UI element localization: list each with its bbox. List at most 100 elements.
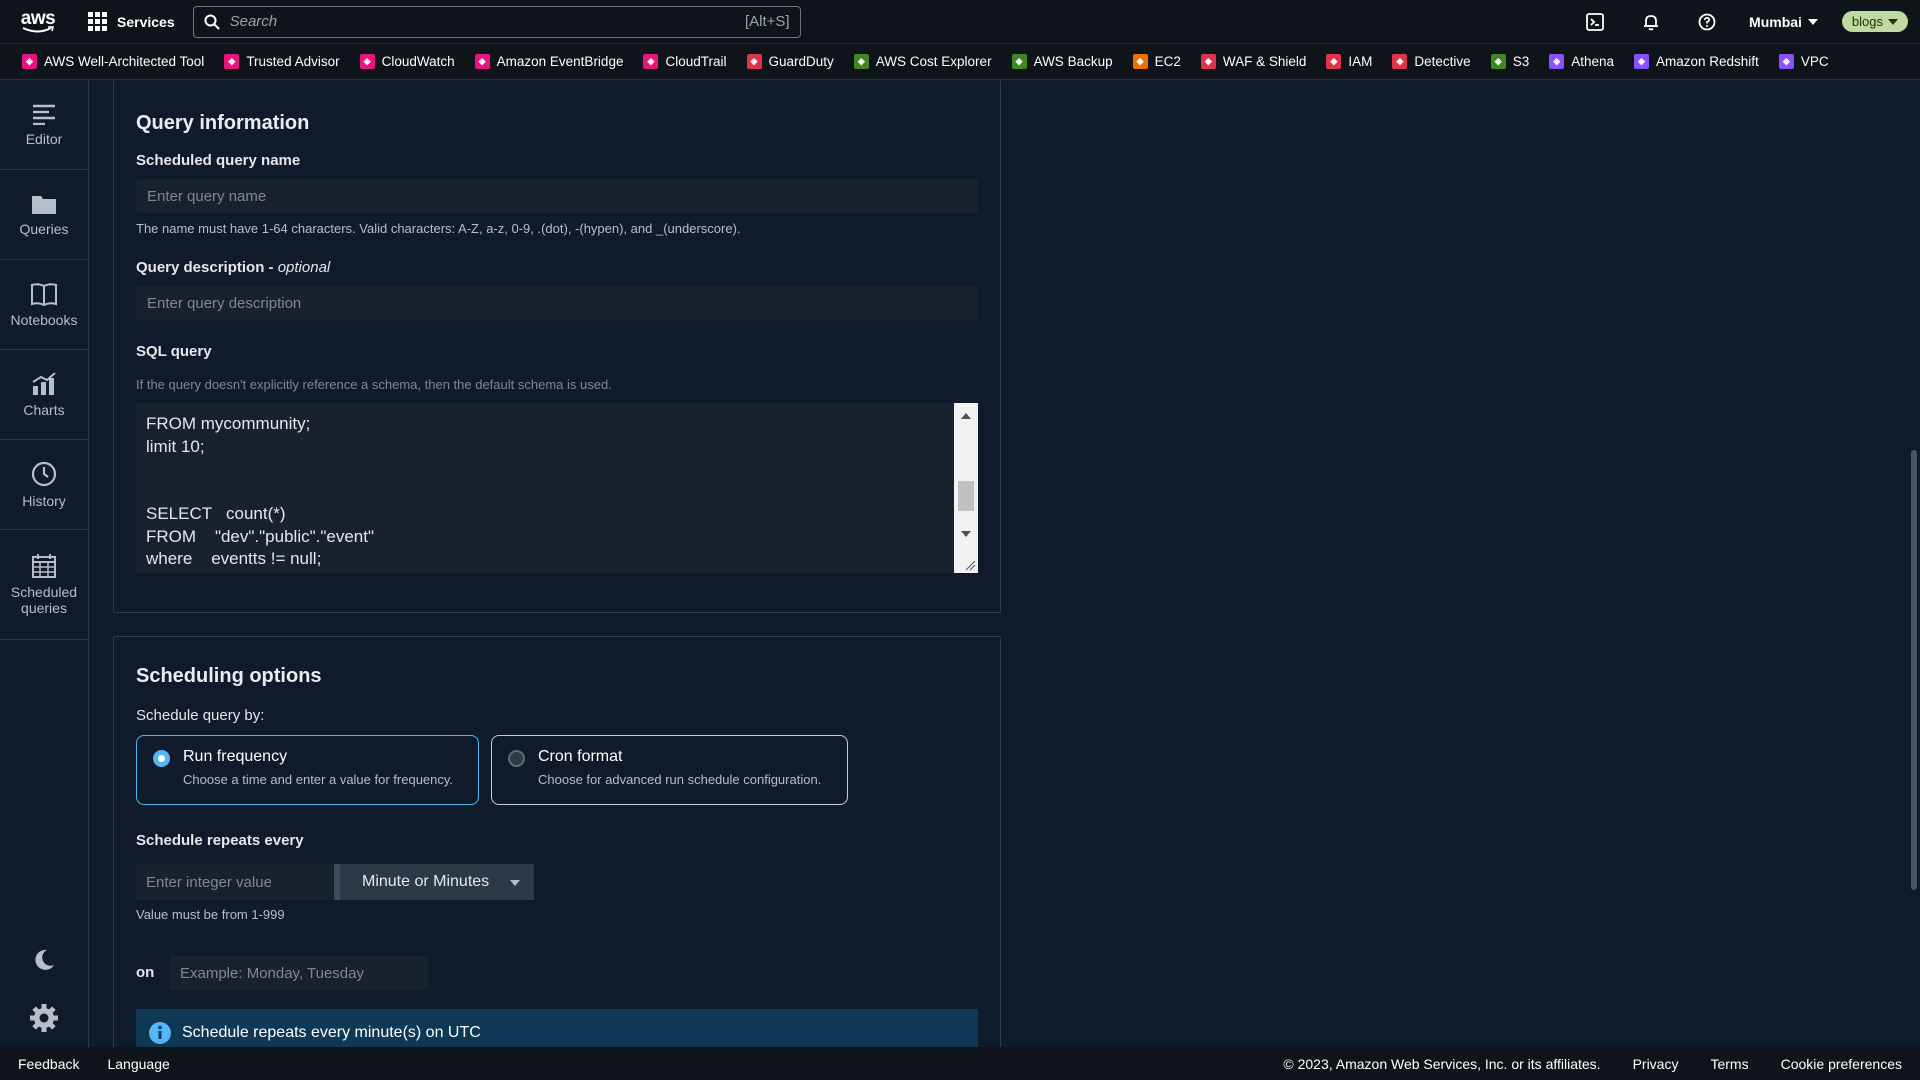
- rail-item-scheduled-queries[interactable]: Scheduled queries: [0, 530, 88, 640]
- day-of-week-input[interactable]: [170, 956, 428, 990]
- favorite-item[interactable]: ◈ AWS Well-Architected Tool: [22, 54, 204, 69]
- query-name-input[interactable]: [136, 179, 978, 213]
- resize-handle-icon[interactable]: [964, 559, 976, 571]
- sql-editor-scrollbar[interactable]: [954, 403, 978, 573]
- search-box[interactable]: [Alt+S]: [192, 5, 801, 38]
- run-frequency-title: Run frequency: [183, 748, 288, 765]
- cron-format-radio[interactable]: [508, 750, 525, 767]
- favorite-label: WAF & Shield: [1222, 54, 1307, 69]
- info-icon: [149, 1022, 171, 1044]
- feedback-link[interactable]: Feedback: [18, 1056, 79, 1072]
- sql-query-hint: If the query doesn't explicitly referenc…: [136, 377, 612, 392]
- rail-label: Queries: [19, 220, 69, 237]
- run-frequency-option[interactable]: Run frequency Choose a time and enter a …: [136, 735, 479, 805]
- rail-item-queries[interactable]: Queries: [0, 170, 88, 260]
- favorite-item[interactable]: ◈ CloudWatch: [359, 54, 455, 69]
- favorite-item[interactable]: ◈ Amazon EventBridge: [474, 54, 623, 69]
- bell-icon[interactable]: [1623, 0, 1679, 44]
- favorite-label: Athena: [1571, 54, 1614, 69]
- aws-logo[interactable]: aws: [12, 0, 64, 44]
- cloudshell-icon[interactable]: [1567, 0, 1623, 44]
- search-icon: [204, 14, 220, 30]
- favorite-item[interactable]: ◈ Detective: [1392, 54, 1471, 69]
- favorite-item[interactable]: ◈ AWS Backup: [1011, 54, 1113, 69]
- service-icon: ◈: [1634, 54, 1649, 69]
- frequency-unit-select[interactable]: Minute or Minutes: [334, 864, 534, 900]
- favorite-label: CloudTrail: [665, 54, 727, 69]
- scheduling-options-panel: Scheduling options Schedule query by: Ru…: [113, 636, 1001, 1057]
- chart-icon: [32, 371, 56, 395]
- rail-item-history[interactable]: History: [0, 440, 88, 530]
- region-selector[interactable]: Mumbai: [1749, 14, 1818, 30]
- dark-mode-toggle[interactable]: [0, 931, 88, 989]
- services-menu-button[interactable]: Services: [88, 12, 175, 31]
- rail-item-notebooks[interactable]: Notebooks: [0, 260, 88, 350]
- query-description-label-text: Query description -: [136, 259, 278, 276]
- on-label: on: [136, 964, 155, 981]
- page-scroll-thumb[interactable]: [1911, 450, 1917, 890]
- service-icon: ◈: [746, 54, 762, 69]
- query-description-label: Query description - optional: [136, 259, 330, 276]
- favorite-item[interactable]: ◈ VPC: [1778, 54, 1829, 69]
- frequency-value-hint: Value must be from 1-999: [136, 907, 285, 922]
- schedule-repeats-label: Schedule repeats every: [136, 832, 304, 849]
- favorite-item[interactable]: ◈ Trusted Advisor: [224, 54, 340, 69]
- frequency-value-input[interactable]: [136, 864, 334, 900]
- cron-format-title: Cron format: [538, 748, 623, 765]
- search-input[interactable]: [229, 13, 745, 30]
- query-name-hint: The name must have 1-64 characters. Vali…: [136, 221, 741, 236]
- caret-down-icon: [510, 880, 520, 886]
- query-name-label: Scheduled query name: [136, 152, 301, 169]
- service-icon: ◈: [1549, 54, 1565, 69]
- query-description-input[interactable]: [136, 286, 978, 320]
- service-icon: ◈: [1490, 54, 1506, 69]
- top-navigation: aws Services [Alt+S] Mumbai blogs: [0, 0, 1920, 44]
- privacy-link[interactable]: Privacy: [1633, 1056, 1679, 1072]
- schedule-info-text: Schedule repeats every minute(s) on UTC: [182, 1024, 481, 1041]
- favorite-label: IAM: [1348, 54, 1373, 69]
- run-frequency-description: Choose a time and enter a value for freq…: [183, 772, 454, 787]
- favorite-label: VPC: [1800, 54, 1829, 69]
- terms-link[interactable]: Terms: [1710, 1056, 1748, 1072]
- region-label: Mumbai: [1749, 13, 1802, 30]
- account-menu[interactable]: blogs: [1841, 11, 1908, 32]
- favorite-item[interactable]: ◈ Amazon Redshift: [1634, 54, 1759, 69]
- sql-query-editor[interactable]: FROM mycommunity; limit 10; SELECT count…: [136, 403, 978, 573]
- moon-icon: [35, 949, 54, 970]
- favorite-label: CloudWatch: [381, 54, 455, 69]
- service-icon: ◈: [1200, 54, 1216, 69]
- page-scrollbar[interactable]: [1908, 80, 1920, 1047]
- favorite-label: GuardDuty: [768, 54, 834, 69]
- favorite-item[interactable]: ◈ CloudTrail: [643, 54, 727, 69]
- favorite-item[interactable]: ◈ Athena: [1549, 54, 1614, 69]
- rail-label: Charts: [23, 401, 65, 418]
- schedule-by-label: Schedule query by:: [136, 707, 265, 724]
- cookie-preferences-link[interactable]: Cookie preferences: [1781, 1056, 1902, 1072]
- rail-item-charts[interactable]: Charts: [0, 350, 88, 440]
- favorite-item[interactable]: ◈ AWS Cost Explorer: [853, 54, 992, 69]
- rail-label: Editor: [25, 130, 63, 147]
- services-label: Services: [117, 13, 175, 30]
- scroll-up-arrow-icon[interactable]: [961, 413, 971, 419]
- favorite-item[interactable]: ◈ WAF & Shield: [1200, 54, 1307, 69]
- calendar-icon: [32, 553, 56, 578]
- cron-format-option[interactable]: Cron format Choose for advanced run sche…: [491, 735, 848, 805]
- settings-button[interactable]: [0, 989, 88, 1047]
- favorite-item[interactable]: ◈ EC2: [1132, 54, 1181, 69]
- rail-item-editor[interactable]: Editor: [0, 80, 88, 170]
- book-icon: [31, 282, 57, 306]
- run-frequency-radio[interactable]: [153, 750, 170, 767]
- help-icon[interactable]: [1679, 0, 1735, 44]
- favorite-item[interactable]: ◈ IAM: [1326, 54, 1372, 69]
- copyright-text: © 2023, Amazon Web Services, Inc. or its…: [1283, 1055, 1601, 1072]
- scroll-down-arrow-icon[interactable]: [961, 531, 971, 537]
- scroll-thumb[interactable]: [958, 481, 974, 511]
- service-icon: ◈: [1011, 54, 1027, 69]
- language-link[interactable]: Language: [107, 1056, 169, 1072]
- editor-icon: [33, 104, 55, 125]
- service-icon: ◈: [1132, 54, 1148, 69]
- favorite-item[interactable]: ◈ S3: [1490, 54, 1530, 69]
- sql-query-text[interactable]: FROM mycommunity; limit 10; SELECT count…: [136, 403, 956, 573]
- favorite-item[interactable]: ◈ GuardDuty: [746, 54, 834, 69]
- favorite-label: S3: [1512, 54, 1530, 69]
